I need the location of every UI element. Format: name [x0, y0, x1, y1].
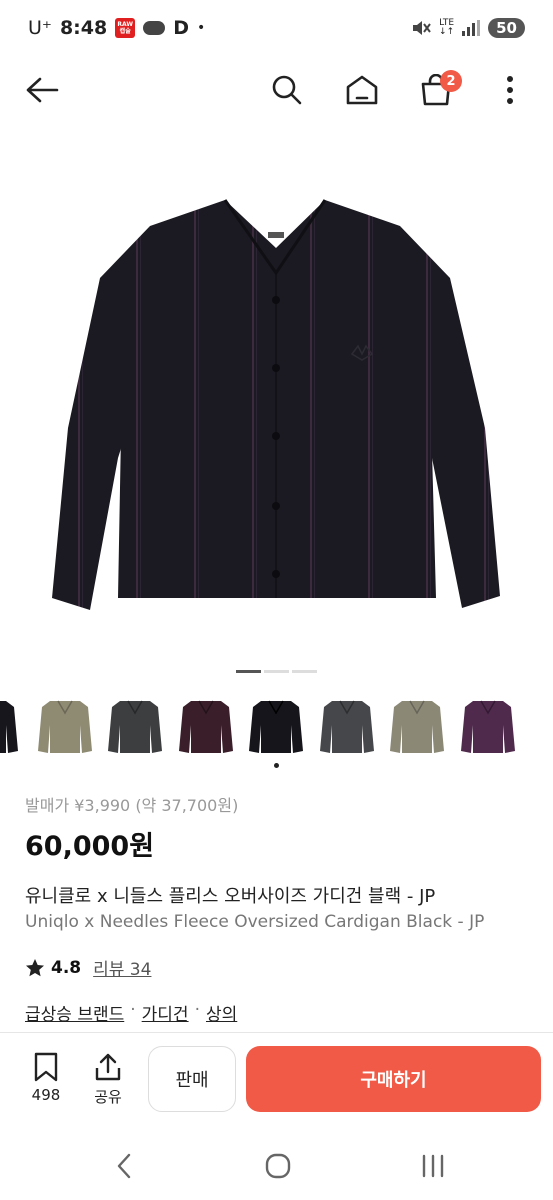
- share-icon: [95, 1053, 121, 1081]
- more-menu-button[interactable]: [490, 70, 530, 110]
- rating-row: 4.8 리뷰 34: [25, 955, 530, 980]
- status-bar: U⁺ 8:48 RAW 캡슐 D • LTE ↓↑ 50: [0, 0, 553, 56]
- product-title-korean: 유니클로 x 니들스 플리스 오버사이즈 가디건 블랙 - JP: [25, 886, 436, 907]
- share-button[interactable]: 공유: [86, 1052, 130, 1107]
- back-arrow-icon: [26, 77, 59, 103]
- cardigan-thumb-image: [320, 700, 374, 753]
- category-breadcrumb: 급상승 브랜드 · 가디건 · 상의: [25, 1000, 530, 1025]
- home-circle-icon: [265, 1153, 291, 1179]
- home-icon: [346, 75, 378, 105]
- search-button[interactable]: [267, 70, 307, 110]
- product-price: 60,000원: [25, 831, 155, 862]
- carrier-label: U⁺: [28, 17, 52, 39]
- star-icon: [26, 958, 44, 976]
- system-home-button[interactable]: [258, 1148, 298, 1184]
- category-link-tops[interactable]: 상의: [206, 1000, 237, 1025]
- original-release-price: 발매가 ¥3,990 (약 37,700원): [25, 796, 239, 815]
- cloud-icon: [143, 21, 166, 35]
- product-main-image[interactable]: [0, 128, 553, 658]
- carousel-dot: [236, 670, 261, 673]
- cardigan-thumb-image: [38, 700, 92, 753]
- save-count: 498: [31, 1086, 61, 1104]
- thumb-burgundy[interactable]: [177, 695, 235, 757]
- back-button[interactable]: [22, 70, 62, 110]
- signal-icon: [462, 20, 481, 36]
- buy-button[interactable]: 구매하기: [246, 1046, 541, 1112]
- cardigan-thumb-image: [461, 700, 515, 753]
- category-link-cardigan[interactable]: 가디건: [142, 1000, 189, 1025]
- top-navigation: 2: [0, 60, 553, 120]
- system-navigation-bar: [0, 1140, 553, 1190]
- recents-icon: [422, 1154, 444, 1178]
- color-thumbnail-strip[interactable]: [0, 695, 553, 757]
- cardigan-image: [52, 199, 500, 610]
- thumb-olive[interactable]: [36, 695, 94, 757]
- cart-button[interactable]: 2: [416, 70, 462, 110]
- cardigan-thumb-image: [0, 701, 18, 753]
- thumb-dark-grey[interactable]: [318, 695, 376, 757]
- thumb-black[interactable]: [247, 695, 305, 757]
- cardigan-thumb-image: [390, 700, 444, 753]
- chevron-left-icon: [117, 1153, 131, 1179]
- rating-score: 4.8: [51, 957, 82, 978]
- carousel-dot: [264, 670, 289, 673]
- search-icon: [272, 75, 302, 105]
- reviews-link[interactable]: 리뷰 34: [93, 955, 151, 980]
- bottom-action-bar: 498 공유 판매 구매하기: [0, 1040, 553, 1120]
- share-label: 공유: [94, 1088, 122, 1106]
- cardigan-thumb-image: [249, 700, 303, 753]
- category-link-trending-brand[interactable]: 급상승 브랜드: [25, 1000, 124, 1025]
- thumb-black-partial[interactable]: [0, 695, 20, 757]
- thumb-charcoal[interactable]: [106, 695, 164, 757]
- product-title-english: Uniqlo x Needles Fleece Oversized Cardig…: [25, 912, 485, 932]
- thumbnail-page-indicator: [274, 763, 279, 768]
- thumb-purple[interactable]: [459, 695, 517, 757]
- lte-indicator: LTE ↓↑: [439, 18, 455, 37]
- more-vertical-icon: [507, 76, 513, 104]
- system-back-button[interactable]: [104, 1148, 144, 1184]
- category-separator: ·: [194, 1000, 200, 1020]
- status-time: 8:48: [59, 17, 108, 39]
- action-bar-divider: [0, 1032, 553, 1033]
- thumb-khaki[interactable]: [388, 695, 446, 757]
- category-separator: ·: [130, 1000, 136, 1020]
- cardigan-thumb-image: [179, 700, 233, 753]
- battery-indicator: 50: [488, 18, 525, 38]
- cardigan-thumb-image: [108, 700, 162, 753]
- cart-count-badge: 2: [440, 70, 462, 92]
- notification-dot-icon: •: [196, 20, 206, 36]
- home-button[interactable]: [342, 70, 382, 110]
- bookmark-icon: [34, 1052, 58, 1082]
- system-recents-button[interactable]: [413, 1148, 453, 1184]
- app-notification-icon: RAW 캡슐: [115, 18, 136, 38]
- sell-button[interactable]: 판매: [148, 1046, 236, 1112]
- save-button[interactable]: 498: [24, 1052, 68, 1104]
- carousel-dot: [292, 670, 317, 673]
- mute-icon: [413, 21, 431, 35]
- carousel-indicator: [236, 670, 317, 673]
- d-app-icon: D: [173, 17, 189, 39]
